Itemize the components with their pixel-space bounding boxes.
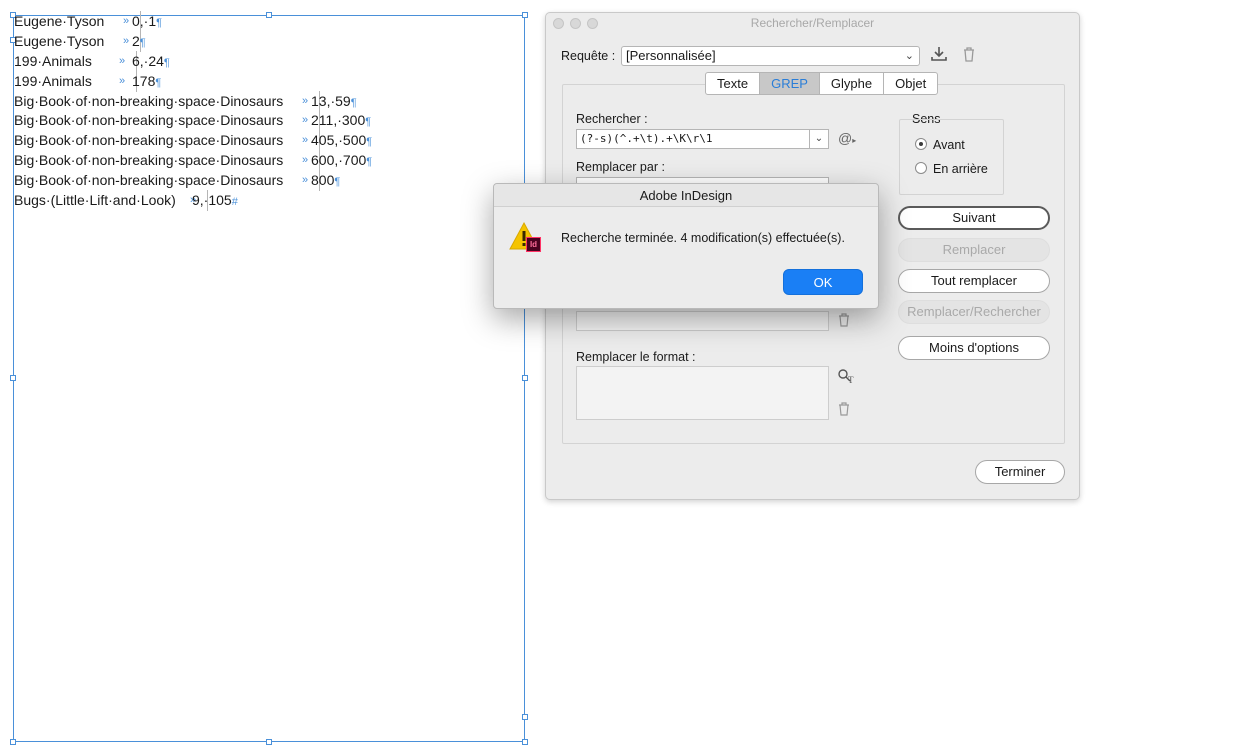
fewer-options-button[interactable]: Moins d'options	[898, 336, 1050, 360]
search-type-tabs: Texte GREP Glyphe Objet	[705, 72, 939, 95]
pilcrow-mark: ¶	[366, 136, 373, 148]
line-pages: 211,·300	[311, 112, 366, 128]
special-characters-icon[interactable]: @▸	[838, 130, 856, 146]
frame-handle-bottom-right[interactable]	[522, 739, 528, 745]
tab-glyphe[interactable]: Glyphe	[820, 73, 885, 94]
line-title: Big·Book·of·non-breaking·space·Dinosaurs	[14, 112, 284, 128]
line-pages: 0,·1	[132, 13, 157, 29]
line-pages: 178	[132, 73, 156, 89]
find-history-dropdown[interactable]: ⌄	[809, 130, 828, 148]
frame-handle-bottom-center[interactable]	[266, 739, 272, 745]
query-label: Requête :	[561, 49, 616, 63]
radio-avant[interactable]	[915, 138, 927, 150]
line-title: Big·Book·of·non-breaking·space·Dinosaurs	[14, 93, 284, 109]
line-title: Big·Book·of·non-breaking·space·Dinosaurs	[14, 132, 284, 148]
frame-handle-middle-right[interactable]	[522, 375, 528, 381]
line-title: Bugs·(Little·Lift·and·Look)	[14, 192, 176, 208]
pilcrow-mark: ¶	[163, 57, 170, 69]
line-title: Big·Book·of·non-breaking·space·Dinosaurs	[14, 172, 284, 188]
find-value: (?-s)(^.+\t).+\K\r\1	[580, 132, 713, 145]
pilcrow-mark: ¶	[139, 37, 146, 49]
line-title: Big·Book·of·non-breaking·space·Dinosaurs	[14, 152, 284, 168]
pilcrow-mark: ¶	[366, 156, 373, 168]
panel-title: Rechercher/Remplacer	[750, 16, 875, 30]
line-pages: 13,·59	[311, 93, 351, 109]
line-pages: 2	[132, 33, 140, 49]
line-pages: 6,·24	[132, 53, 164, 69]
radio-avant-label[interactable]: Avant	[933, 138, 965, 152]
chevron-down-icon: ⌄	[904, 50, 914, 62]
tab-objet[interactable]: Objet	[884, 73, 937, 94]
change-format-label: Remplacer le format :	[576, 350, 696, 364]
ok-button[interactable]: OK	[783, 269, 863, 295]
line-title: 199·Animals	[14, 53, 92, 69]
line-title: Eugene·Tyson	[14, 13, 105, 29]
pilcrow-mark: ¶	[365, 116, 372, 128]
specify-change-format-icon[interactable]: T	[837, 368, 855, 389]
frame-handle-bottom-left[interactable]	[10, 739, 16, 745]
change-format-box[interactable]	[576, 366, 829, 420]
line-title: Eugene·Tyson	[14, 33, 105, 49]
radio-en-arriere-label[interactable]: En arrière	[933, 162, 988, 176]
find-format-box[interactable]	[576, 311, 829, 331]
clear-change-format-icon[interactable]	[838, 402, 850, 421]
replace-button[interactable]: Remplacer	[898, 238, 1050, 262]
frame-handle-middle-left[interactable]	[10, 375, 16, 381]
save-query-icon[interactable]	[930, 46, 948, 67]
warning-icon: Id	[509, 221, 543, 255]
radio-en-arriere[interactable]	[915, 162, 927, 174]
change-label: Remplacer par :	[576, 160, 665, 174]
frame-handle-top-right[interactable]	[522, 12, 528, 18]
pilcrow-mark: ¶	[334, 176, 341, 188]
direction-group	[899, 119, 1004, 195]
tab-texte[interactable]: Texte	[706, 73, 761, 94]
line-pages: 405,·500	[311, 132, 367, 148]
delete-query-icon[interactable]	[962, 46, 976, 67]
frame-handle-overset[interactable]	[522, 714, 528, 720]
alert-title: Adobe InDesign	[494, 184, 878, 207]
pilcrow-mark: ¶	[155, 77, 162, 89]
find-input[interactable]: (?-s)(^.+\t).+\K\r\1 ⌄	[576, 129, 829, 149]
query-select[interactable]: [Personnalisée] ⌄	[621, 46, 920, 66]
line-pages: 9,·105	[192, 192, 232, 208]
indesign-badge-icon: Id	[526, 237, 541, 252]
alert-message: Recherche terminée. 4 modification(s) ef…	[561, 231, 845, 245]
done-button[interactable]: Terminer	[975, 460, 1065, 484]
replace-all-button[interactable]: Tout remplacer	[898, 269, 1050, 293]
line-title: 199·Animals	[14, 73, 92, 89]
alert-dialog: Adobe InDesign Id Recherche terminée. 4 …	[493, 183, 879, 309]
clear-find-format-icon[interactable]	[838, 313, 850, 332]
frame-handle-top-center[interactable]	[266, 12, 272, 18]
line-pages: 600,·700	[311, 152, 367, 168]
end-of-story-mark: #	[231, 196, 238, 208]
tab-grep[interactable]: GREP	[760, 73, 820, 94]
svg-text:T: T	[848, 375, 854, 384]
next-button[interactable]: Suivant	[898, 206, 1050, 230]
pilcrow-mark: ¶	[350, 97, 357, 109]
find-label: Rechercher :	[576, 112, 648, 126]
pilcrow-mark: ¶	[156, 17, 163, 29]
query-value: [Personnalisée]	[626, 48, 716, 63]
line-pages: 800	[311, 172, 335, 188]
replace-find-button[interactable]: Remplacer/Rechercher	[898, 300, 1050, 324]
